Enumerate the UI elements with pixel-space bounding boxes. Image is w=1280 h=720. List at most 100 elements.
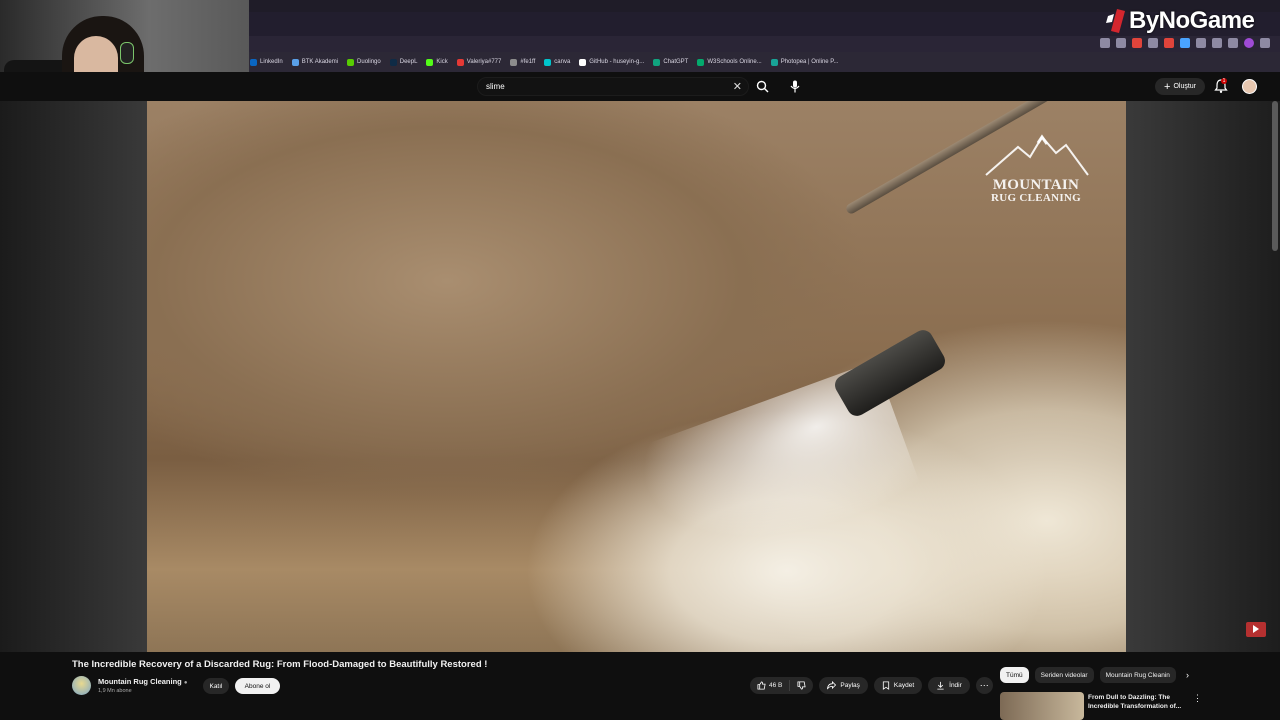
video-actions: 46 B Paylaş Kaydet İndir ⋯	[750, 677, 993, 694]
like-dislike-group: 46 B	[750, 677, 814, 694]
bookmark-label: BTK Akademi	[301, 59, 339, 65]
bookmark-item[interactable]: Photopea | Online P...	[770, 58, 839, 66]
brand-text: ByNoGame	[1129, 7, 1255, 34]
thumbs-up-icon	[757, 681, 766, 690]
bookmark-item[interactable]: #fe1ff	[510, 58, 536, 66]
bookmark-favicon-icon	[579, 58, 587, 66]
bookmark-item[interactable]: BTK Akademi	[291, 58, 339, 66]
like-button[interactable]: 46 B	[750, 677, 789, 694]
chip-all[interactable]: Tümü	[1000, 667, 1029, 683]
bookmark-favicon-icon	[389, 58, 397, 66]
extension-icon[interactable]	[1148, 38, 1158, 48]
headset-icon	[120, 42, 134, 64]
bookmark-label: DeepL	[399, 59, 418, 65]
bookmark-label: W3Schools Online...	[707, 59, 762, 65]
recommendation-chips: Tümü Seriden videolar Mountain Rug Clean…	[1000, 667, 1189, 683]
extension-icon[interactable]	[1132, 38, 1142, 48]
recommendation-title[interactable]: From Dull to Dazzling: The Incredible Tr…	[1088, 693, 1188, 711]
recommendation-menu-icon[interactable]: ⋮	[1193, 693, 1202, 704]
search-input[interactable]: slime	[486, 82, 505, 91]
bookmark-favicon-icon	[291, 58, 299, 66]
subscribe-button[interactable]: Abone ol	[235, 678, 280, 694]
channel-name-text[interactable]: Mountain Rug Cleaning	[98, 677, 182, 686]
sidebar-icon[interactable]	[1228, 38, 1238, 48]
like-count: 46 B	[769, 682, 783, 689]
download-label: İndir	[949, 682, 962, 689]
bookmark-favicon-icon	[544, 58, 552, 66]
save-label: Kaydet	[893, 682, 915, 689]
thumbs-down-icon	[797, 681, 806, 690]
profile-avatar[interactable]	[1244, 38, 1254, 48]
mountain-logo-icon	[985, 134, 1089, 176]
bookmark-label: GitHub - huseyin-g...	[589, 59, 645, 65]
bookmark-label: #fe1ff	[520, 59, 536, 65]
clear-search-icon[interactable]: ✕	[733, 80, 742, 94]
bookmark-favicon-icon	[510, 58, 518, 66]
create-button[interactable]: + Oluştur	[1155, 78, 1205, 95]
subscriber-count: 1,9 Mn abone	[98, 688, 132, 694]
bookmark-item[interactable]: LinkedIn	[250, 58, 283, 66]
plus-icon: +	[1164, 80, 1171, 93]
bookmark-label: Photopea | Online P...	[780, 59, 839, 65]
bookmark-label: ChatGPT	[663, 59, 689, 65]
extension-icons	[1100, 38, 1270, 48]
save-button[interactable]: Kaydet	[873, 677, 923, 694]
more-actions-icon[interactable]: ⋯	[975, 677, 993, 694]
page-scrollbar[interactable]	[1272, 101, 1278, 251]
account-avatar[interactable]	[1242, 79, 1257, 94]
puzzle-icon[interactable]	[1212, 38, 1222, 48]
bookmark-label: Duolingo	[357, 59, 381, 65]
search-button[interactable]	[750, 77, 774, 96]
share-icon	[827, 681, 837, 690]
microphone-icon	[790, 80, 800, 93]
join-button[interactable]: Katıl	[203, 678, 229, 694]
create-label: Oluştur	[1173, 83, 1196, 90]
chip-series[interactable]: Seriden videolar	[1034, 667, 1094, 683]
bookmark-label: canva	[554, 59, 571, 65]
bookmark-item[interactable]: ChatGPT	[653, 58, 689, 66]
bookmark-favicon-icon	[250, 58, 257, 66]
channel-name[interactable]: Mountain Rug Cleaning ●	[98, 677, 187, 686]
bookmark-favicon-icon	[426, 58, 434, 66]
notification-badge: 1	[1221, 78, 1227, 84]
channel-watermark-icon[interactable]	[1246, 622, 1266, 637]
bookmark-icon	[882, 681, 889, 690]
kebab-menu-icon[interactable]	[1260, 38, 1270, 48]
recommendation-thumbnail[interactable]	[1000, 692, 1084, 720]
bookmark-favicon-icon	[347, 58, 355, 66]
bookmark-item[interactable]: DeepL	[389, 58, 418, 66]
cast-icon[interactable]	[1100, 38, 1110, 48]
star-icon[interactable]	[1116, 38, 1126, 48]
bookmark-favicon-icon	[697, 58, 705, 66]
download-button[interactable]: İndir	[928, 677, 970, 694]
voice-search-button[interactable]	[784, 76, 806, 97]
bookmark-item[interactable]: Duolingo	[347, 58, 381, 66]
share-label: Paylaş	[840, 682, 860, 689]
search-icon	[756, 80, 768, 93]
download-icon	[937, 681, 944, 690]
brand-logo: ByNoGame	[1103, 7, 1255, 35]
bookmark-label: LinkedIn	[260, 59, 283, 65]
dislike-button[interactable]	[790, 677, 813, 694]
extension-icon[interactable]	[1196, 38, 1206, 48]
search-box[interactable]: slime ✕	[477, 77, 749, 96]
verified-icon: ●	[183, 680, 188, 686]
bookmark-favicon-icon	[653, 58, 661, 66]
bookmark-item[interactable]: W3Schools Online...	[697, 58, 762, 66]
watermark-line-2: RUG CLEANING	[990, 192, 1082, 204]
channel-avatar[interactable]	[72, 676, 91, 695]
extension-icon[interactable]	[1180, 38, 1190, 48]
chevron-right-icon[interactable]: ›	[1186, 670, 1189, 680]
bookmark-label: Valeriya#777	[466, 59, 502, 65]
bookmark-favicon-icon	[456, 58, 464, 66]
chip-channel[interactable]: Mountain Rug Cleanin	[1099, 667, 1176, 683]
bookmark-item[interactable]: Valeriya#777	[456, 58, 502, 66]
brand-mark-icon	[1106, 9, 1125, 33]
bookmark-label: Kick	[436, 59, 448, 65]
video-title: The Incredible Recovery of a Discarded R…	[72, 659, 488, 670]
bookmark-item[interactable]: Kick	[426, 58, 448, 66]
bookmark-item[interactable]: GitHub - huseyin-g...	[579, 58, 645, 66]
bookmark-item[interactable]: canva	[544, 58, 571, 66]
share-button[interactable]: Paylaş	[819, 677, 868, 694]
extension-icon[interactable]	[1164, 38, 1174, 48]
